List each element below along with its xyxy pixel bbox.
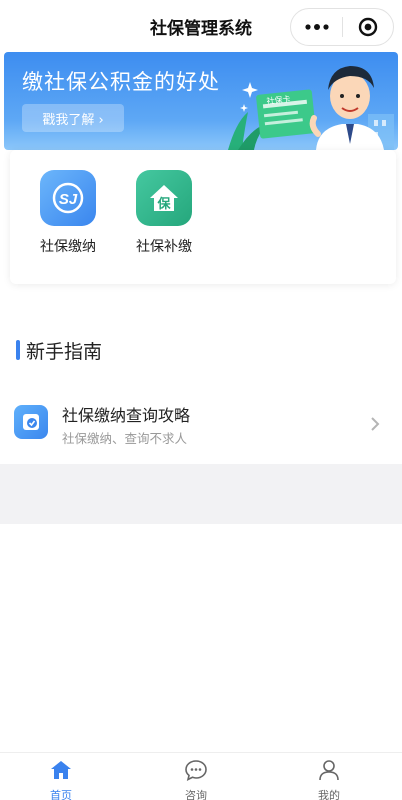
tab-mine[interactable]: 我的: [289, 759, 369, 800]
guide-title: 社保缴纳查询攻略: [62, 406, 191, 425]
tab-home[interactable]: 首页: [21, 759, 101, 800]
chevron-right-icon: [371, 417, 380, 431]
service-label: 社保缴纳: [40, 239, 96, 255]
banner-illustration: 社保卡: [228, 66, 394, 150]
shield-check-icon: [14, 405, 48, 439]
home-icon: [51, 761, 71, 779]
tab-label: 首页: [50, 789, 72, 800]
chat-icon: [185, 760, 207, 781]
service-label: 社保补缴: [136, 239, 192, 255]
target-close-icon: [358, 17, 378, 37]
service-card: SJ 社保缴纳 保 社保补缴: [10, 150, 396, 284]
svg-text:SJ: SJ: [59, 191, 78, 208]
social-security-icon: SJ: [40, 170, 96, 226]
tab-label: 咨询: [185, 789, 207, 800]
close-button[interactable]: [343, 9, 393, 45]
bottom-tab-bar: 首页 咨询 我的: [0, 752, 402, 800]
service-social-security-payment[interactable]: SJ 社保缴纳: [20, 170, 116, 256]
tab-label: 我的: [318, 789, 340, 800]
service-social-security-backpay[interactable]: 保 社保补缴: [116, 170, 212, 256]
more-button[interactable]: [291, 9, 342, 45]
learn-more-button[interactable]: 戳我了解 ›: [22, 104, 124, 132]
promo-banner[interactable]: 缴社保公积金的好处 戳我了解 › 社保卡: [4, 52, 398, 150]
nav-header: 社保管理系统: [0, 0, 402, 52]
banner-title: 缴社保公积金的好处: [22, 70, 220, 94]
section-accent-bar: [16, 340, 20, 360]
guide-list-item[interactable]: 社保缴纳查询攻略 社保缴纳、查询不求人: [0, 392, 402, 462]
mini-program-capsule: [290, 8, 394, 46]
house-bao-icon: 保: [136, 170, 192, 226]
content-divider-band: [0, 464, 402, 524]
guide-subtitle: 社保缴纳、查询不求人: [62, 431, 188, 446]
more-dots-icon: [304, 24, 329, 30]
user-icon: [319, 760, 339, 781]
section-title: 新手指南: [26, 341, 103, 363]
house-icon-text: 保: [156, 196, 171, 212]
tab-consult[interactable]: 咨询: [156, 759, 236, 800]
